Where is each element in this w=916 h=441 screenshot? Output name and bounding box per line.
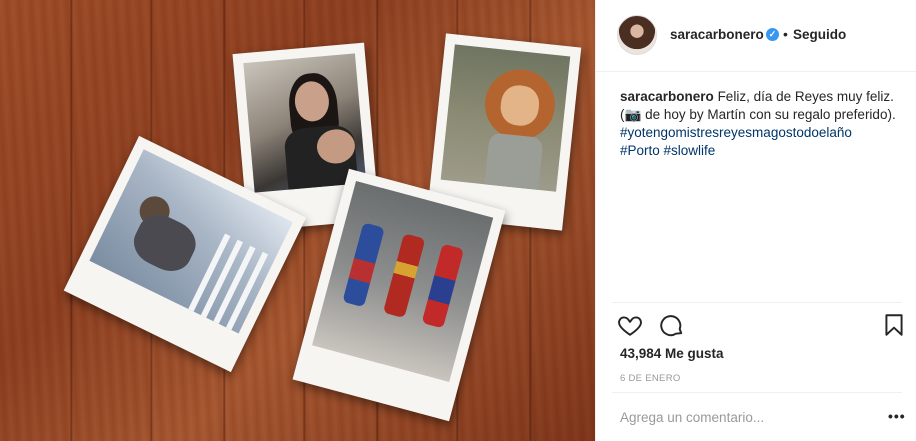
post-header: saracarbonero ✓ • Seguido [596, 0, 916, 72]
camera-emoji-icon: 📷 [624, 107, 642, 122]
caption-line2: de hoy by Martín con su regalo preferido… [641, 107, 896, 122]
separator-dot: • [783, 26, 788, 42]
divider [612, 302, 902, 303]
caption-username[interactable]: saracarbonero [620, 89, 714, 104]
hashtag-link[interactable]: #Porto [620, 143, 660, 158]
divider [612, 392, 902, 393]
hashtag-link[interactable]: #slowlife [664, 143, 716, 158]
post-side-panel: saracarbonero ✓ • Seguido saracarbonero … [595, 0, 916, 441]
avatar[interactable] [617, 15, 657, 55]
polaroid-lion-mask-image [440, 44, 571, 192]
post-photo[interactable] [0, 0, 595, 441]
header-username[interactable]: saracarbonero [670, 27, 764, 42]
likes-count[interactable]: 43,984 Me gusta [620, 346, 724, 361]
verified-badge-icon: ✓ [766, 28, 779, 41]
heart-icon[interactable] [617, 312, 643, 338]
more-options-button[interactable]: ••• [888, 408, 906, 424]
polaroid-superheroes-image [312, 180, 494, 382]
comment-icon[interactable] [659, 312, 685, 338]
caption-line1: Feliz, día de Reyes muy feliz. [717, 89, 894, 104]
post-date[interactable]: 6 DE ENERO [620, 373, 681, 384]
hashtag-link[interactable]: #yotengomistresreyesmagostodoelaño [620, 125, 852, 140]
bookmark-icon[interactable] [881, 312, 907, 338]
post-caption: saracarbonero Feliz, día de Reyes muy fe… [620, 88, 902, 160]
comment-input[interactable]: Agrega un comentario... [620, 410, 764, 425]
follow-button[interactable]: Seguido [793, 27, 846, 42]
